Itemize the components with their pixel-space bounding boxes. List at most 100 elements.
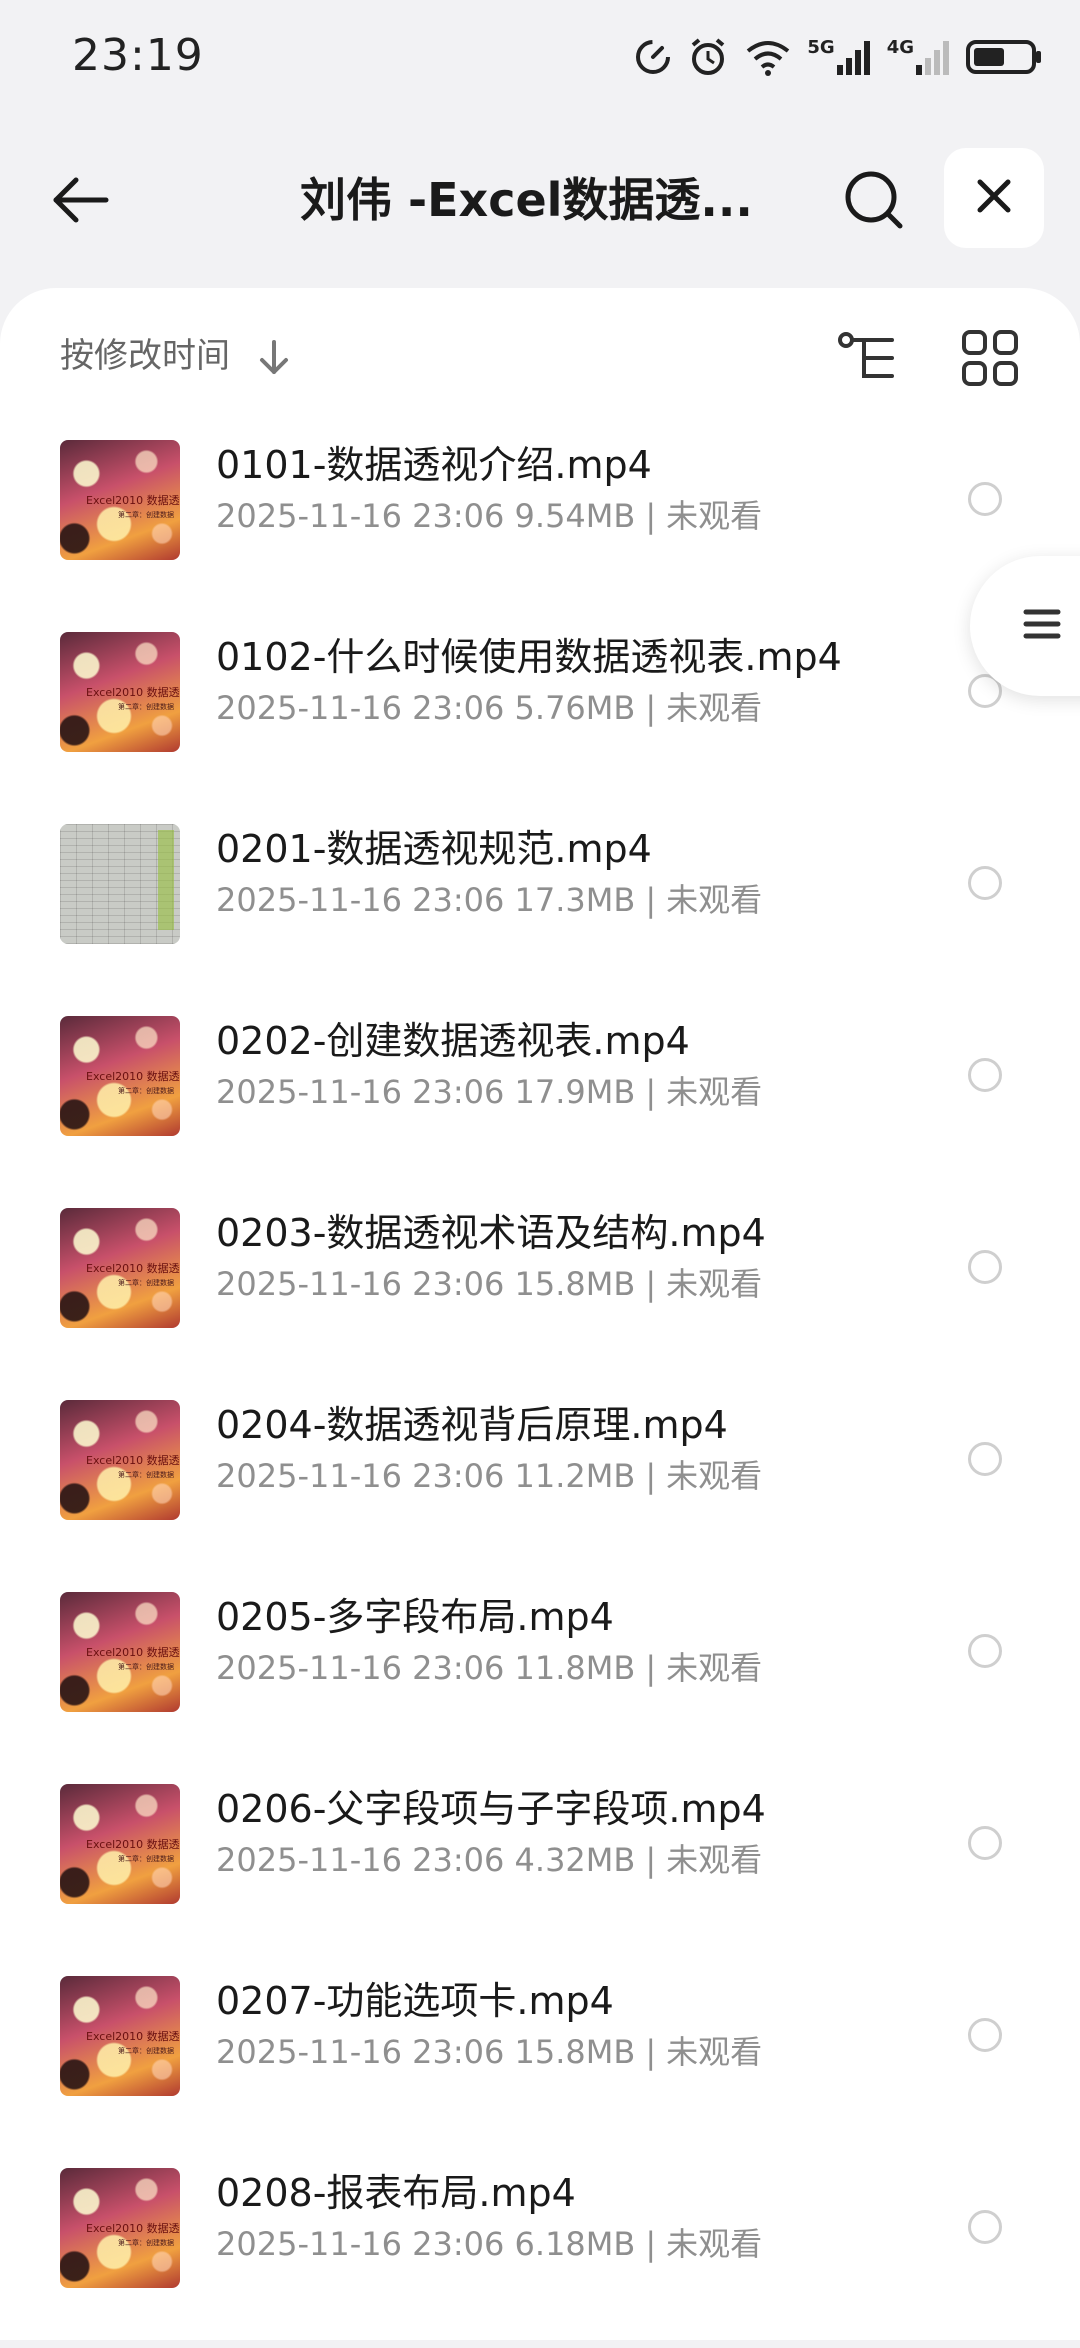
file-name: 0208-报表布局.mp4: [216, 2171, 576, 2215]
thumbnail-title: Excel2010 数据透视: [86, 1838, 180, 1851]
sort-button[interactable]: 按修改时间: [60, 332, 230, 380]
meta-separator: |: [645, 1841, 657, 1879]
file-date: 2025-11-16 23:06: [216, 1457, 505, 1495]
file-meta: 2025-11-16 23:06 11.2MB | 未观看: [216, 1454, 762, 1498]
file-row[interactable]: Excel2010 数据透视第二章：创建数据 0206-父字段项与子字段项.mp4…: [0, 1772, 1080, 1964]
slide-thumbnail: Excel2010 数据透视第二章：创建数据: [60, 1016, 180, 1136]
file-panel: 按修改时间 Excel2010 数据透视第二章：创建数据0101-数据透视介绍.…: [0, 288, 1080, 2340]
select-radio[interactable]: [968, 1442, 1002, 1476]
file-date: 2025-11-16 23:06: [216, 1649, 505, 1687]
select-radio[interactable]: [968, 1826, 1002, 1860]
slide-thumbnail: Excel2010 数据透视第二章：创建数据: [60, 1208, 180, 1328]
search-button[interactable]: [836, 164, 912, 240]
slide-thumbnail: Excel2010 数据透视第二章：创建数据: [60, 1976, 180, 2096]
file-row[interactable]: 0201-数据透视规范.mp4 2025-11-16 23:06 17.3MB | 未…: [0, 812, 1080, 1004]
file-row[interactable]: Excel2010 数据透视第二章：创建数据 0207-功能选项卡.mp4 2025…: [0, 1964, 1080, 2156]
file-name: 0203-数据透视术语及结构.mp4: [216, 1211, 766, 1255]
file-name: 0205-多字段布局.mp4: [216, 1595, 614, 1639]
tree-view-icon[interactable]: [836, 328, 900, 388]
file-meta: 2025-11-16 23:06 17.3MB | 未观看: [216, 878, 762, 922]
select-radio[interactable]: [968, 1250, 1002, 1284]
thumbnail-title: Excel2010 数据透视: [86, 1454, 180, 1467]
file-name: 0204-数据透视背后原理.mp4: [216, 1403, 728, 1447]
video-thumbnail: Excel2010 数据透视第二章：创建数据: [60, 1016, 180, 1136]
select-radio[interactable]: [968, 1058, 1002, 1092]
file-size: 15.8MB: [514, 2033, 636, 2071]
file-size: 4.32MB: [514, 1841, 636, 1879]
watch-status: 未观看: [666, 497, 763, 535]
battery-icon: [966, 37, 1044, 77]
status-icons: 5G 4G: [633, 36, 1044, 78]
top-bar: 刘伟 -Excel数据透...: [0, 140, 1080, 260]
arrow-down-icon[interactable]: [256, 338, 292, 378]
file-date: 2025-11-16 23:06: [216, 2033, 505, 2071]
thumbnail-title: Excel2010 数据透视: [86, 1262, 180, 1275]
thumbnail-subtitle: 第二章：创建数据: [118, 2239, 174, 2247]
slide-thumbnail: Excel2010 数据透视第二章：创建数据: [60, 1592, 180, 1712]
file-row[interactable]: Excel2010 数据透视第二章：创建数据 0205-多字段布局.mp4 2025…: [0, 1580, 1080, 1772]
file-row[interactable]: Excel2010 数据透视第二章：创建数据 0208-报表布局.mp4 2025-…: [0, 2156, 1080, 2348]
file-row[interactable]: Excel2010 数据透视第二章：创建数据 0203-数据透视术语及结构.mp4…: [0, 1196, 1080, 1388]
file-date: 2025-11-16 23:06: [216, 1841, 505, 1879]
thumbnail-subtitle: 第二章：创建数据: [118, 1279, 174, 1287]
5g-signal-icon: 5G: [807, 37, 872, 77]
meta-separator: |: [645, 689, 657, 727]
meta-separator: |: [645, 1073, 657, 1111]
file-row[interactable]: Excel2010 数据透视第二章：创建数据 0102-什么时候使用数据透视表.m…: [0, 620, 1080, 812]
file-size: 15.8MB: [514, 1265, 636, 1303]
select-radio[interactable]: [968, 482, 1002, 516]
file-date: 2025-11-16 23:06: [216, 689, 505, 727]
video-thumbnail: Excel2010 数据透视第二章：创建数据: [60, 1592, 180, 1712]
thumbnail-subtitle: 第二章：创建数据: [118, 2047, 174, 2055]
meta-separator: |: [645, 1265, 657, 1303]
thumbnail-subtitle: 第二章：创建数据: [118, 1087, 174, 1095]
file-name: 0202-创建数据透视表.mp4: [216, 1019, 690, 1063]
thumbnail-title: Excel2010 数据透视: [86, 1070, 180, 1083]
file-row[interactable]: Excel2010 数据透视第二章：创建数据 0101-数据透视介绍.mp4 202…: [0, 428, 1080, 620]
file-row[interactable]: Excel2010 数据透视第二章：创建数据 0204-数据透视背后原理.mp4 2…: [0, 1388, 1080, 1580]
watch-status: 未观看: [666, 1073, 763, 1111]
status-bar: 23:19 5G 4G: [0, 0, 1080, 120]
file-size: 11.8MB: [514, 1649, 636, 1687]
select-radio[interactable]: [968, 2018, 1002, 2052]
meta-separator: |: [645, 2225, 657, 2263]
watch-status: 未观看: [666, 881, 763, 919]
file-meta: 2025-11-16 23:06 9.54MB | 未观看: [216, 494, 762, 538]
sort-toolbar: 按修改时间: [0, 288, 1080, 428]
file-size: 6.18MB: [514, 2225, 636, 2263]
speed-icon: [633, 37, 673, 77]
slide-thumbnail: Excel2010 数据透视第二章：创建数据: [60, 632, 180, 752]
slide-thumbnail: Excel2010 数据透视第二章：创建数据: [60, 1784, 180, 1904]
file-row[interactable]: Excel2010 数据透视第二章：创建数据 0202-创建数据透视表.mp4 20…: [0, 1004, 1080, 1196]
thumbnail-title: Excel2010 数据透视: [86, 2222, 180, 2235]
thumbnail-subtitle: 第二章：创建数据: [118, 1663, 174, 1671]
file-date: 2025-11-16 23:06: [216, 1265, 505, 1303]
grid-view-icon[interactable]: [960, 328, 1020, 388]
select-radio[interactable]: [968, 2210, 1002, 2244]
video-thumbnail: [60, 824, 180, 944]
watch-status: 未观看: [666, 1841, 763, 1879]
slide-thumbnail: Excel2010 数据透视第二章：创建数据: [60, 1400, 180, 1520]
wifi-icon: [743, 37, 793, 77]
select-radio[interactable]: [968, 1634, 1002, 1668]
menu-icon: [1022, 604, 1062, 648]
back-button[interactable]: [44, 166, 116, 238]
alarm-icon: [687, 36, 729, 78]
meta-separator: |: [645, 1457, 657, 1495]
file-list: Excel2010 数据透视第二章：创建数据0101-数据透视介绍.mp4202…: [0, 428, 1080, 2348]
network-label-4g: 4G: [886, 37, 914, 58]
thumbnail-subtitle: 第二章：创建数据: [118, 511, 174, 519]
file-meta: 2025-11-16 23:06 5.76MB | 未观看: [216, 686, 762, 730]
file-size: 17.9MB: [514, 1073, 636, 1111]
search-icon: [842, 168, 906, 236]
video-thumbnail: Excel2010 数据透视第二章：创建数据: [60, 632, 180, 752]
file-meta: 2025-11-16 23:06 15.8MB | 未观看: [216, 2030, 762, 2074]
watch-status: 未观看: [666, 689, 763, 727]
select-radio[interactable]: [968, 866, 1002, 900]
thumbnail-subtitle: 第二章：创建数据: [118, 1471, 174, 1479]
close-button[interactable]: [944, 148, 1044, 248]
file-size: 17.3MB: [514, 881, 636, 919]
watch-status: 未观看: [666, 1649, 763, 1687]
thumbnail-title: Excel2010 数据透视: [86, 2030, 180, 2043]
meta-separator: |: [645, 881, 657, 919]
